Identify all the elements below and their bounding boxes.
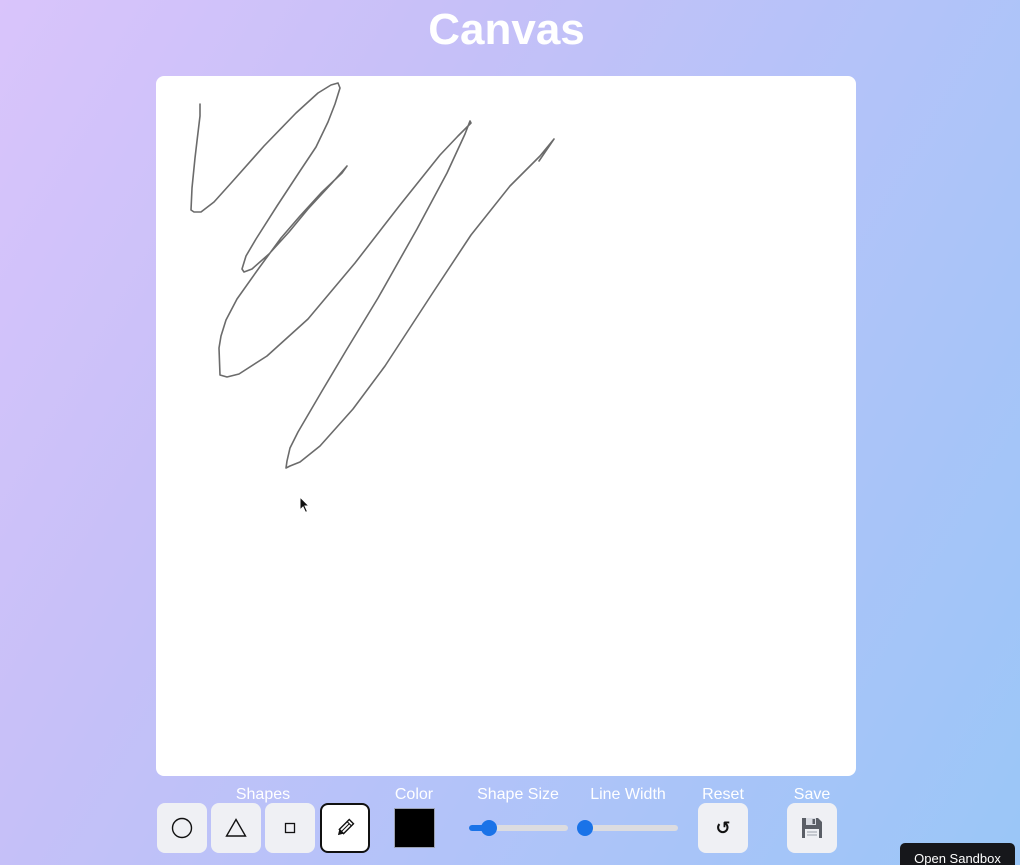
slider-thumb[interactable] <box>577 820 593 836</box>
pencil-stroke <box>190 82 555 469</box>
reset-label: Reset <box>702 786 744 803</box>
pencil-tool-button[interactable] <box>320 803 370 853</box>
shape-size-label: Shape Size <box>477 786 559 803</box>
save-label: Save <box>793 786 831 803</box>
square-icon <box>284 822 296 834</box>
slider-thumb[interactable] <box>481 820 497 836</box>
open-sandbox-button[interactable]: Open Sandbox <box>900 843 1015 865</box>
drawing-canvas[interactable] <box>156 76 856 776</box>
triangle-icon <box>225 818 247 837</box>
color-picker[interactable] <box>394 808 435 848</box>
pencil-icon <box>337 818 355 836</box>
freehand-drawing <box>190 82 555 469</box>
color-label: Color <box>394 786 434 803</box>
line-width-label: Line Width <box>590 786 666 803</box>
line-width-slider[interactable] <box>577 820 678 836</box>
mouse-cursor-icon <box>299 495 311 519</box>
slider-track <box>579 825 678 831</box>
floppy-disk-icon <box>802 818 822 838</box>
shapes-label: Shapes <box>235 786 291 803</box>
triangle-shape-button[interactable] <box>211 803 261 853</box>
save-button[interactable] <box>787 803 837 853</box>
shape-size-slider[interactable] <box>469 820 568 836</box>
square-shape-button[interactable] <box>265 803 315 853</box>
page-title: Canvas <box>428 5 585 54</box>
circle-icon <box>171 817 193 839</box>
circle-shape-button[interactable] <box>157 803 207 853</box>
reset-icon: ↺ <box>715 817 731 839</box>
reset-button[interactable]: ↺ <box>698 803 748 853</box>
